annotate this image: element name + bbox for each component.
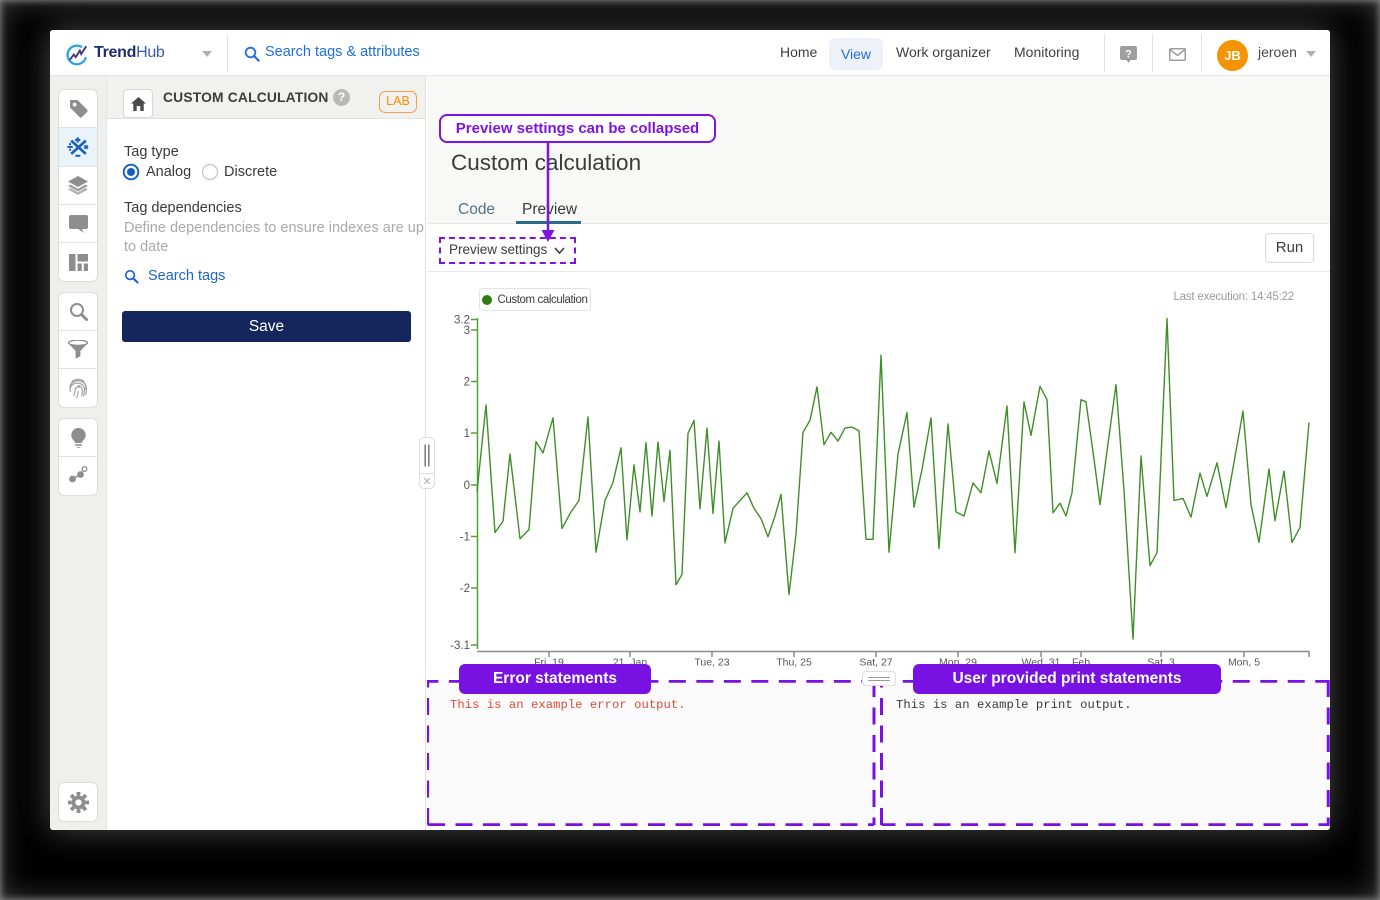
svg-text:2: 2 xyxy=(464,377,470,389)
svg-text:-1: -1 xyxy=(460,532,470,544)
svg-text:1: 1 xyxy=(464,428,470,440)
svg-text:0: 0 xyxy=(464,480,470,492)
svg-text:-3.1: -3.1 xyxy=(450,640,470,652)
svg-text:3.2: 3.2 xyxy=(454,315,470,327)
svg-text:Mon, 5: Mon, 5 xyxy=(1228,657,1260,669)
svg-text:-2: -2 xyxy=(460,583,470,595)
svg-text:Tue, 23: Tue, 23 xyxy=(694,657,729,669)
svg-text:?: ? xyxy=(1125,49,1132,61)
svg-text:Thu, 25: Thu, 25 xyxy=(776,657,812,669)
svg-text:3: 3 xyxy=(464,325,470,337)
svg-text:Sat, 27: Sat, 27 xyxy=(859,657,892,669)
